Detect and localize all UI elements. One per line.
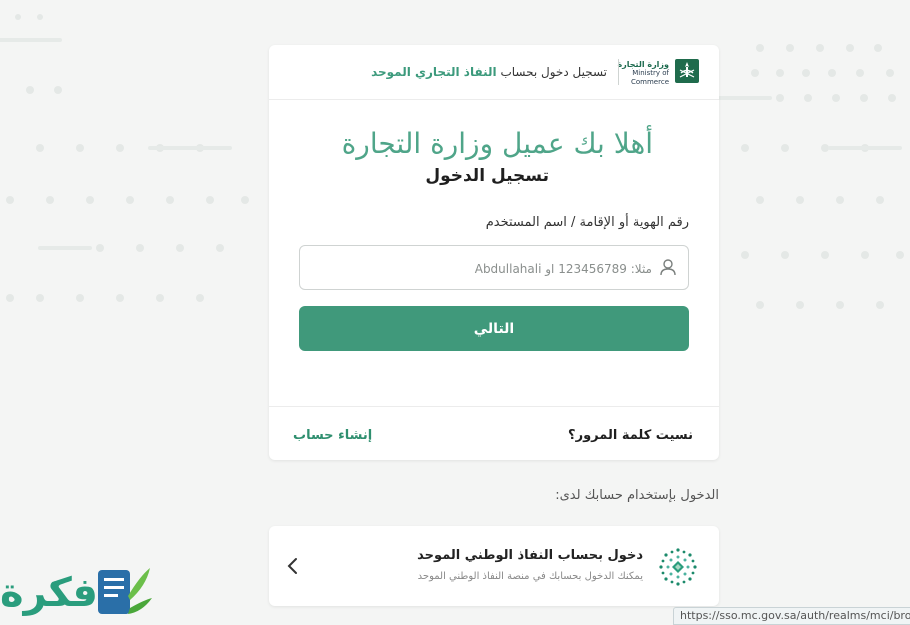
nafath-title: دخول بحساب النفاذ الوطني الموحد — [417, 548, 643, 563]
logo-english: Ministry of Commerce — [631, 69, 669, 86]
forgot-password-link[interactable]: نسيت كلمة المرور؟ — [568, 428, 693, 443]
login-card: وزارة التجارة Ministry of Commerce تسجيل… — [269, 45, 719, 460]
user-icon — [660, 259, 676, 276]
alt-login-label: الدخول بإستخدام حسابك لدى: — [555, 488, 719, 503]
next-button[interactable]: التالي — [299, 306, 689, 351]
id-input[interactable] — [310, 246, 654, 291]
chevron-left-icon — [287, 558, 297, 574]
id-field-label: رقم الهوية أو الإقامة / اسم المستخدم — [485, 215, 689, 230]
id-field[interactable] — [299, 245, 689, 291]
header-title-brand: النفاذ التجاري الموحد — [371, 65, 497, 79]
nafath-logo-icon — [659, 548, 697, 586]
status-bar-url: https://sso.mc.gov.sa/auth/realms/mci/br… — [673, 607, 910, 625]
create-account-link[interactable]: إنشاء حساب — [293, 428, 372, 443]
header-divider — [618, 59, 619, 85]
nafath-description: يمكنك الدخول بحسابك في منصة النفاذ الوطن… — [417, 571, 643, 582]
ministry-logo-icon — [675, 59, 699, 83]
welcome-heading: أهلا بك عميل وزارة التجارة — [341, 127, 653, 160]
card-header: وزارة التجارة Ministry of Commerce تسجيل… — [269, 45, 719, 100]
svg-text:فكرة: فكرة — [0, 570, 98, 616]
header-title-prefix: تسجيل دخول بحساب — [500, 65, 607, 79]
nafath-login-option[interactable]: دخول بحساب النفاذ الوطني الموحد يمكنك ال… — [269, 526, 719, 606]
header-title: تسجيل دخول بحساب النفاذ التجاري الموحد — [371, 65, 607, 79]
card-footer: نسيت كلمة المرور؟ إنشاء حساب — [269, 406, 719, 461]
logo-arabic: وزارة التجارة — [617, 60, 669, 69]
ministry-logo-text: وزارة التجارة Ministry of Commerce — [615, 60, 669, 87]
login-subtitle: تسجيل الدخول — [425, 166, 549, 186]
fikra-watermark-logo: فكرة — [0, 568, 152, 616]
